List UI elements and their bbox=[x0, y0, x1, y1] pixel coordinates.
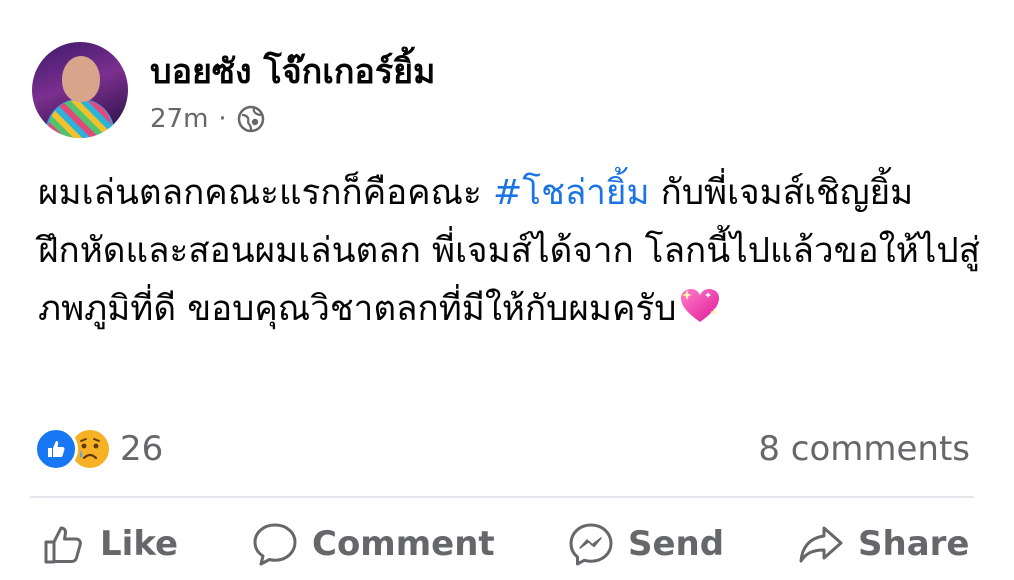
comment-bubble-icon bbox=[250, 520, 300, 568]
post-text: ผมเล่นตลกคณะแรกก็คือคณะ #โชล่ายิ้ม กับพี… bbox=[38, 164, 988, 344]
avatar-head bbox=[62, 56, 100, 102]
like-button[interactable]: Like bbox=[40, 514, 178, 574]
share-label: Share bbox=[858, 524, 970, 564]
share-button[interactable]: Share bbox=[796, 514, 969, 574]
like-reaction-icon bbox=[34, 427, 78, 471]
send-button[interactable]: Send bbox=[566, 514, 724, 574]
sparkling-heart-icon bbox=[678, 286, 722, 344]
comments-count-link[interactable]: 8 comments bbox=[758, 426, 970, 472]
post-text-intro: ผมเล่นตลกคณะแรกก็คือคณะ bbox=[38, 173, 493, 213]
comment-button[interactable]: Comment bbox=[250, 514, 495, 574]
globe-icon[interactable] bbox=[237, 105, 265, 133]
post-meta: 27m · bbox=[150, 102, 265, 136]
post-timestamp[interactable]: 27m bbox=[150, 102, 208, 136]
author-avatar[interactable] bbox=[32, 42, 128, 138]
action-divider bbox=[30, 496, 974, 498]
reaction-summary[interactable]: 26 bbox=[34, 426, 163, 472]
thumbs-up-icon bbox=[40, 520, 88, 568]
comment-label: Comment bbox=[312, 524, 495, 564]
messenger-icon bbox=[566, 520, 616, 568]
action-bar: Like Comment Send Share bbox=[0, 514, 1014, 574]
hashtag-link[interactable]: #โชล่ายิ้ม bbox=[493, 173, 650, 213]
send-label: Send bbox=[628, 524, 725, 564]
author-name[interactable]: บอยซัง โจ๊กเกอร์ยิ้ม bbox=[150, 50, 435, 94]
avatar-shirt bbox=[48, 100, 112, 138]
like-label: Like bbox=[100, 524, 179, 564]
meta-separator: · bbox=[218, 104, 227, 134]
reaction-count: 26 bbox=[120, 429, 164, 469]
share-arrow-icon bbox=[796, 520, 846, 568]
